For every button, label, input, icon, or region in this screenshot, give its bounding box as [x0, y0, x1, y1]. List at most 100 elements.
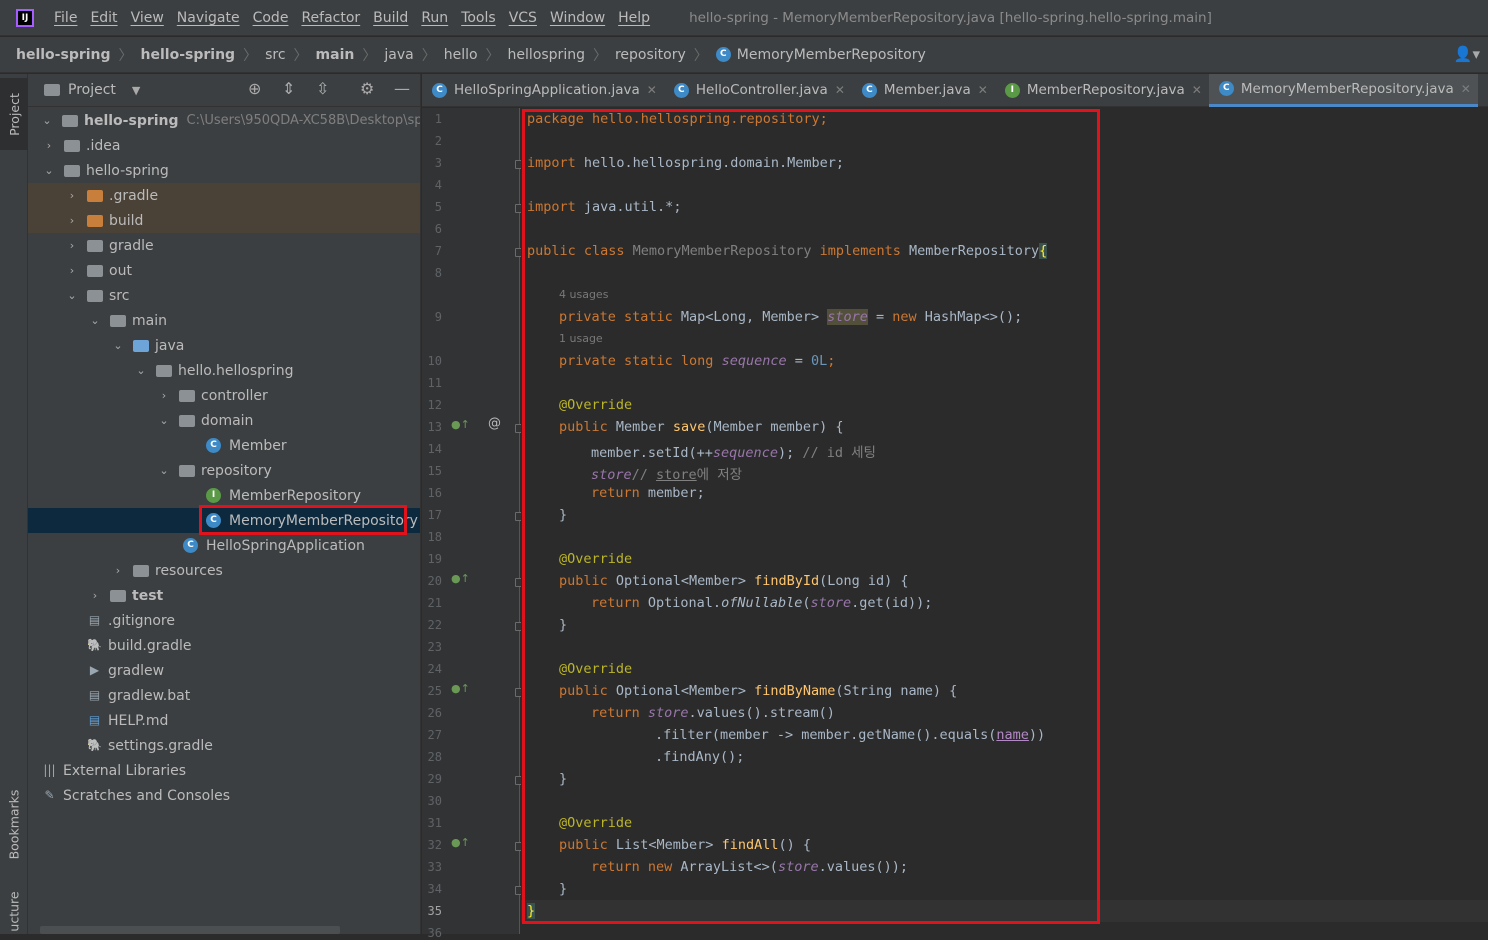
- tree-item-controller[interactable]: › controller: [28, 383, 420, 408]
- menu-code[interactable]: Code: [253, 10, 289, 26]
- tree-item-java[interactable]: ⌄ java: [28, 333, 420, 358]
- menu-help[interactable]: Help: [618, 10, 650, 26]
- tree-item-resources[interactable]: › resources: [28, 558, 420, 583]
- breadcrumb-item[interactable]: hello-spring: [16, 47, 111, 63]
- line-number: 17: [427, 508, 442, 522]
- chevron-down-icon: ⌄: [90, 314, 100, 327]
- panel-title[interactable]: Project: [68, 82, 116, 98]
- menu-navigate[interactable]: Navigate: [177, 10, 240, 26]
- tab-memory-member-repository[interactable]: C MemoryMemberRepository.java ✕: [1208, 73, 1478, 107]
- user-account-icon[interactable]: 👤▾: [1454, 45, 1480, 63]
- breadcrumb-item[interactable]: hello: [444, 47, 478, 63]
- breadcrumb-item[interactable]: java: [384, 47, 413, 63]
- tab-hello-controller[interactable]: C HelloController.java ✕: [664, 74, 852, 107]
- tree-item-project-root[interactable]: ⌄ hello-spring C:\Users\950QDA-XC58B\Deskt…: [28, 108, 420, 133]
- editor-gutter[interactable]: 1 2 3 4 5 6 7 8 9 10 11 12 13 14 15 16 1…: [422, 108, 524, 940]
- implements-method-icon[interactable]: ●↑: [451, 418, 470, 431]
- breadcrumb-item[interactable]: hello-spring: [141, 47, 236, 63]
- implements-method-icon[interactable]: ●↑: [451, 682, 470, 695]
- menu-file[interactable]: File: [54, 10, 77, 26]
- menu-vcs[interactable]: VCS: [509, 10, 537, 26]
- chevron-down-icon: ⌄: [159, 414, 169, 427]
- code-line: public Optional<Member> findByName(Strin…: [559, 683, 958, 699]
- close-icon[interactable]: ✕: [978, 83, 988, 97]
- close-icon[interactable]: ✕: [1461, 82, 1471, 96]
- tree-item-build-gradle[interactable]: 🐘 build.gradle: [28, 633, 420, 658]
- close-icon[interactable]: ✕: [647, 83, 657, 97]
- line-number: 15: [427, 464, 442, 478]
- tree-item-build[interactable]: › build: [28, 208, 420, 233]
- line-number: 26: [427, 706, 442, 720]
- tree-item-gradle-cache[interactable]: › .gradle: [28, 183, 420, 208]
- tree-item-gradle[interactable]: › gradle: [28, 233, 420, 258]
- at-sign-icon[interactable]: @: [488, 416, 501, 431]
- line-number: 22: [427, 618, 442, 632]
- menu-edit[interactable]: Edit: [90, 10, 117, 26]
- tab-structure[interactable]: ucture: [0, 889, 28, 934]
- menu-window[interactable]: Window: [550, 10, 605, 26]
- tree-item-settings-gradle[interactable]: 🐘 settings.gradle: [28, 733, 420, 758]
- tree-item-member-repository[interactable]: I MemberRepository: [28, 483, 420, 508]
- tree-item-domain[interactable]: ⌄ domain: [28, 408, 420, 433]
- menu-run[interactable]: Run: [421, 10, 448, 26]
- tab-project[interactable]: Project: [0, 78, 28, 150]
- code-line: public List<Member> findAll() {: [559, 837, 811, 853]
- horizontal-scrollbar[interactable]: [40, 926, 340, 934]
- code-editor[interactable]: package hello.hellospring.repository; im…: [521, 108, 1488, 934]
- tree-item-test[interactable]: › test: [28, 583, 420, 608]
- tree-item-external-libraries[interactable]: ||| External Libraries: [28, 758, 420, 783]
- tree-item-help-md[interactable]: ▤ HELP.md: [28, 708, 420, 733]
- package-icon: [179, 389, 195, 402]
- menu-refactor[interactable]: Refactor: [301, 10, 360, 26]
- implements-method-icon[interactable]: ●↑: [451, 836, 470, 849]
- menu-view[interactable]: View: [131, 10, 164, 26]
- tree-item-src[interactable]: ⌄ src: [28, 283, 420, 308]
- tree-item-scratches[interactable]: ✎ Scratches and Consoles: [28, 783, 420, 808]
- menu-tools[interactable]: Tools: [461, 10, 496, 26]
- tree-item-hello-spring-application[interactable]: C HelloSpringApplication: [28, 533, 420, 558]
- tree-item-memory-member-repository[interactable]: C MemoryMemberRepository: [28, 508, 420, 533]
- implements-method-icon[interactable]: ●↑: [451, 572, 470, 585]
- tab-bookmarks[interactable]: Bookmarks: [0, 779, 28, 869]
- tree-item-repository[interactable]: ⌄ repository: [28, 458, 420, 483]
- usages-hint[interactable]: 1 usage: [559, 332, 603, 345]
- code-line: @Override: [559, 397, 633, 413]
- close-icon[interactable]: ✕: [835, 83, 845, 97]
- menu-build[interactable]: Build: [373, 10, 408, 26]
- gear-icon[interactable]: ⚙: [360, 79, 374, 98]
- expand-all-icon[interactable]: ⇕: [282, 79, 295, 98]
- package-icon: [156, 364, 172, 377]
- tree-item-main[interactable]: ⌄ main: [28, 308, 420, 333]
- scratches-icon: ✎: [44, 788, 55, 802]
- close-icon[interactable]: ✕: [1192, 83, 1202, 97]
- tree-item-idea[interactable]: › .idea: [28, 133, 420, 158]
- tree-item-gradlew-bat[interactable]: ▤ gradlew.bat: [28, 683, 420, 708]
- breadcrumb-item[interactable]: repository: [615, 47, 686, 63]
- chevron-down-icon: ⌄: [159, 464, 169, 477]
- breadcrumb-separator-icon: 〉: [243, 47, 258, 64]
- tree-item-gitignore[interactable]: ▤ .gitignore: [28, 608, 420, 633]
- breadcrumb-item[interactable]: main: [316, 47, 355, 63]
- usages-hint[interactable]: 4 usages: [559, 288, 608, 301]
- tree-item-gradlew[interactable]: ▶ gradlew: [28, 658, 420, 683]
- chevron-down-icon: ⌄: [113, 339, 123, 352]
- view-dropdown-icon[interactable]: ▼: [132, 84, 140, 97]
- tree-item-out[interactable]: › out: [28, 258, 420, 283]
- tree-item-module[interactable]: ⌄ hello-spring: [28, 158, 420, 183]
- breadcrumb-item[interactable]: src: [265, 47, 285, 63]
- line-number: 27: [427, 728, 442, 742]
- breadcrumb-item[interactable]: hellospring: [508, 47, 585, 63]
- tree-item-member[interactable]: C Member: [28, 433, 420, 458]
- tree-item-package[interactable]: ⌄ hello.hellospring: [28, 358, 420, 383]
- tab-member[interactable]: C Member.java ✕: [852, 74, 995, 107]
- folder-icon: [110, 314, 126, 327]
- breadcrumb-item[interactable]: MemoryMemberRepository: [737, 47, 926, 63]
- collapse-all-icon[interactable]: ⇳: [316, 79, 329, 98]
- tab-member-repository[interactable]: I MemberRepository.java ✕: [995, 74, 1209, 107]
- menu-bar: IJ File Edit View Navigate Code Refactor…: [0, 0, 1488, 36]
- tab-hello-spring-application[interactable]: C HelloSpringApplication.java ✕: [422, 74, 664, 107]
- locate-file-icon[interactable]: ⊕: [248, 79, 261, 98]
- line-number: 11: [427, 376, 442, 390]
- code-line: return Optional.ofNullable(store.get(id)…: [591, 595, 933, 611]
- hide-panel-icon[interactable]: —: [394, 79, 410, 98]
